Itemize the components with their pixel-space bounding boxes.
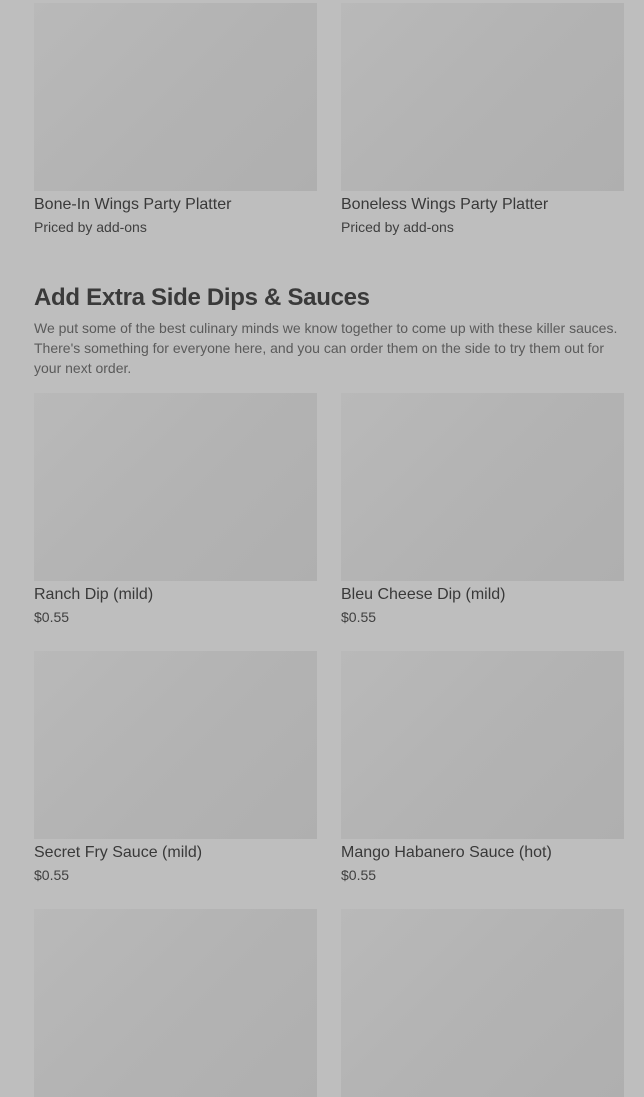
menu-item-card[interactable]: Mango Habanero Sauce (hot) $0.55 xyxy=(341,651,624,884)
item-name: Bone-In Wings Party Platter xyxy=(34,196,232,213)
menu-item-card[interactable]: Secret Fry Sauce (mild) $0.55 xyxy=(34,651,317,884)
item-image xyxy=(34,909,317,1097)
item-image xyxy=(341,393,624,581)
item-price: Priced by add-ons xyxy=(34,219,147,235)
item-image xyxy=(34,3,317,191)
section-title: Add Extra Side Dips & Sauces xyxy=(34,284,370,311)
item-price: $0.55 xyxy=(34,867,70,883)
item-name: Boneless Wings Party Platter xyxy=(341,196,549,213)
item-image xyxy=(34,651,317,839)
item-image xyxy=(34,393,317,581)
menu-item-card[interactable]: Bleu Cheese Dip (mild) $0.55 xyxy=(341,393,624,626)
menu-item-card[interactable]: Bone-In Wings Party Platter Priced by ad… xyxy=(34,3,317,236)
menu-item-card[interactable]: Boneless Wings Party Platter Priced by a… xyxy=(341,3,624,236)
item-price: $0.55 xyxy=(34,609,70,625)
item-price: Priced by add-ons xyxy=(341,219,454,235)
item-name: Ranch Dip (mild) xyxy=(34,586,154,603)
item-image xyxy=(341,3,624,191)
menu-item-card[interactable] xyxy=(341,909,624,1097)
menu-item-card[interactable] xyxy=(34,909,317,1097)
menu-item-card[interactable]: Ranch Dip (mild) $0.55 xyxy=(34,393,317,626)
item-name: Bleu Cheese Dip (mild) xyxy=(341,586,506,603)
item-image xyxy=(341,651,624,839)
item-name: Mango Habanero Sauce (hot) xyxy=(341,844,552,861)
item-price: $0.55 xyxy=(341,867,377,883)
section-description: We put some of the best culinary minds w… xyxy=(34,320,618,376)
item-image xyxy=(341,909,624,1097)
item-price: $0.55 xyxy=(341,609,377,625)
item-name: Secret Fry Sauce (mild) xyxy=(34,844,203,861)
